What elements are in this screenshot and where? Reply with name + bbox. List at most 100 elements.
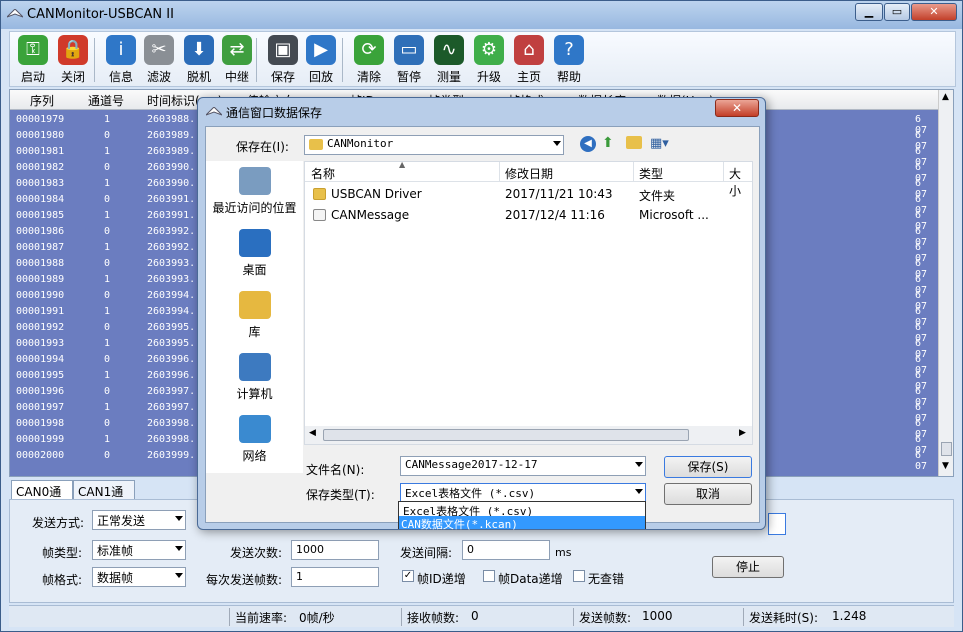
- tab-can1[interactable]: CAN1通道: [73, 480, 135, 516]
- toolbar-label: 保存: [270, 70, 295, 84]
- data-increment-checkbox[interactable]: [483, 570, 495, 582]
- id-increment-label: 帧ID递增: [417, 572, 466, 586]
- network-icon: [238, 415, 271, 443]
- place-recent-places[interactable]: 最近访问的位置: [206, 167, 303, 216]
- place-label: 网络: [242, 449, 267, 463]
- scroll-left-arrow-icon[interactable]: ◀: [309, 428, 316, 438]
- view-menu-icon[interactable]: ▦▾: [650, 136, 669, 151]
- frames-per-send-input[interactable]: 1: [291, 567, 379, 587]
- send-count-input[interactable]: 1000: [291, 540, 379, 560]
- toolbar-pause-button[interactable]: ▭ 暂停: [390, 34, 428, 86]
- upgrade-icon: ⚙: [474, 35, 504, 65]
- minimize-button[interactable]: ▁: [855, 3, 883, 21]
- toolbar-playback-button[interactable]: ▶ 回放: [302, 34, 340, 86]
- time-value: 1.248: [832, 609, 867, 623]
- no-error-check-checkbox[interactable]: [573, 570, 585, 582]
- title-bar[interactable]: CANMonitor-USBCAN II ▁ ▭ ✕: [1, 1, 962, 29]
- table-cell: 1: [104, 434, 111, 445]
- table-cell: 2603991.: [147, 194, 196, 205]
- sent-label: 发送帧数:: [579, 611, 632, 625]
- toolbar: ⚿ 启动 🔒 关闭 i 信息 ✂ 滤波 ⬇ 脱机 ⇄ 中继 ▣ 保存 ▶ 回放 ⟳ 清除 ▭ 暂停 ∿ 测量 ⚙ 升级 ⌂ 主页?…: [9, 31, 956, 87]
- place-network[interactable]: 网络: [206, 415, 303, 464]
- sort-arrow-icon: ▲: [399, 160, 406, 169]
- file-list[interactable]: 名称 ▲ 修改日期 类型 大小 USBCAN Driver 2017/11/21 …: [304, 160, 753, 445]
- id-increment-checkbox[interactable]: ✓: [402, 570, 414, 582]
- toolbar-label: 测量: [436, 70, 461, 84]
- column-divider: [723, 162, 724, 182]
- h-scroll-thumb[interactable]: [323, 429, 689, 441]
- send-button-edge[interactable]: [768, 513, 786, 535]
- table-cell: 00001991: [16, 306, 65, 317]
- tab-can0[interactable]: CAN0通道: [11, 480, 73, 516]
- save-in-value: CANMonitor: [327, 137, 394, 150]
- filetype-select[interactable]: Excel表格文件 (*.csv): [400, 483, 646, 503]
- toolbar-start-button[interactable]: ⚿ 启动: [14, 34, 52, 86]
- file-name: CANMessage: [331, 208, 410, 222]
- up-folder-icon[interactable]: ⬆: [602, 135, 614, 151]
- save-button[interactable]: 保存(S): [664, 456, 752, 478]
- file-row[interactable]: CANMessage 2017/12/4 11:16 Microsoft ...: [305, 205, 752, 225]
- filetype-value: Excel表格文件 (*.csv): [405, 487, 536, 500]
- scroll-thumb[interactable]: [941, 442, 952, 456]
- table-cell: 0: [104, 162, 111, 173]
- filetype-option-kcan[interactable]: CAN数据文件(*.kcan): [399, 516, 645, 531]
- offline-icon: ⬇: [184, 35, 214, 65]
- file-row[interactable]: USBCAN Driver 2017/11/21 10:43 文件夹: [305, 184, 752, 204]
- frame-format-select[interactable]: 数据帧: [92, 567, 186, 587]
- no-error-check-label: 无查错: [588, 572, 625, 586]
- toolbar-help-button[interactable]: ? 帮助: [550, 34, 588, 86]
- place-library[interactable]: 库: [206, 291, 303, 340]
- toolbar-upgrade-button[interactable]: ⚙ 升级: [470, 34, 508, 86]
- table-cell: 2603997.: [147, 386, 196, 397]
- chevron-down-icon: [553, 141, 561, 146]
- toolbar-close-device-button[interactable]: 🔒 关闭: [54, 34, 92, 86]
- toolbar-info-button[interactable]: i 信息: [102, 34, 140, 86]
- frame-type-label: 帧类型:: [42, 546, 83, 560]
- col-type[interactable]: 类型: [639, 165, 663, 182]
- place-desktop[interactable]: 桌面: [206, 229, 303, 278]
- cancel-button[interactable]: 取消: [664, 483, 752, 505]
- stop-button[interactable]: 停止: [712, 556, 784, 578]
- save-dialog: 通信窗口数据保存 ✕ 保存在(I): CANMonitor ◀ ⬆ ▦▾ 最近访…: [197, 97, 766, 530]
- scroll-up-arrow-icon[interactable]: ▲: [942, 92, 949, 102]
- recv-value: 0: [471, 609, 479, 623]
- toolbar-clear-button[interactable]: ⟳ 清除: [350, 34, 388, 86]
- save-in-select[interactable]: CANMonitor: [304, 135, 564, 155]
- place-computer[interactable]: 计算机: [206, 353, 303, 402]
- toolbar-relay-button[interactable]: ⇄ 中继: [218, 34, 256, 86]
- filename-label: 文件名(N):: [306, 463, 365, 477]
- col-seq[interactable]: 序列: [30, 92, 54, 109]
- toolbar-filter-button[interactable]: ✂ 滤波: [140, 34, 178, 86]
- file-list-horizontal-scrollbar[interactable]: ◀ ▶: [305, 426, 752, 444]
- back-arrow-icon[interactable]: ◀: [580, 136, 596, 152]
- file-list-header: 名称 ▲ 修改日期 类型 大小: [305, 160, 752, 198]
- col-date[interactable]: 修改日期: [505, 165, 553, 182]
- filename-input[interactable]: CANMessage2017-12-17: [400, 456, 646, 476]
- scroll-down-arrow-icon[interactable]: ▼: [942, 461, 949, 471]
- toolbar-offline-button[interactable]: ⬇ 脱机: [180, 34, 218, 86]
- table-cell: 0: [104, 226, 111, 237]
- send-mode-select[interactable]: 正常发送: [92, 510, 186, 530]
- table-cell: 1: [104, 210, 111, 221]
- dialog-close-button[interactable]: ✕: [715, 99, 759, 117]
- frame-type-select[interactable]: 标准帧: [92, 540, 186, 560]
- toolbar-label: 启动: [20, 70, 45, 84]
- desktop-icon: [238, 229, 271, 257]
- toolbar-measure-button[interactable]: ∿ 测量: [430, 34, 468, 86]
- table-cell: 1: [104, 370, 111, 381]
- new-folder-icon[interactable]: [626, 136, 642, 149]
- window-close-button[interactable]: ✕: [911, 3, 957, 21]
- toolbar-save-button[interactable]: ▣ 保存: [264, 34, 302, 86]
- filetype-option-csv[interactable]: Excel表格文件 (*.csv): [401, 503, 643, 518]
- table-cell: 2603992.: [147, 242, 196, 253]
- scroll-right-arrow-icon[interactable]: ▶: [739, 428, 746, 438]
- table-cell: 6 07: [915, 450, 928, 472]
- col-channel[interactable]: 通道号: [88, 92, 124, 109]
- maximize-button[interactable]: ▭: [884, 3, 910, 21]
- interval-input[interactable]: 0: [462, 540, 550, 560]
- col-name[interactable]: 名称: [311, 165, 335, 182]
- toolbar-home-button[interactable]: ⌂ 主页: [510, 34, 548, 86]
- table-cell: 2603990.: [147, 178, 196, 189]
- recv-label: 接收帧数:: [407, 611, 460, 625]
- grid-vertical-scrollbar[interactable]: ▲ ▼: [938, 90, 953, 476]
